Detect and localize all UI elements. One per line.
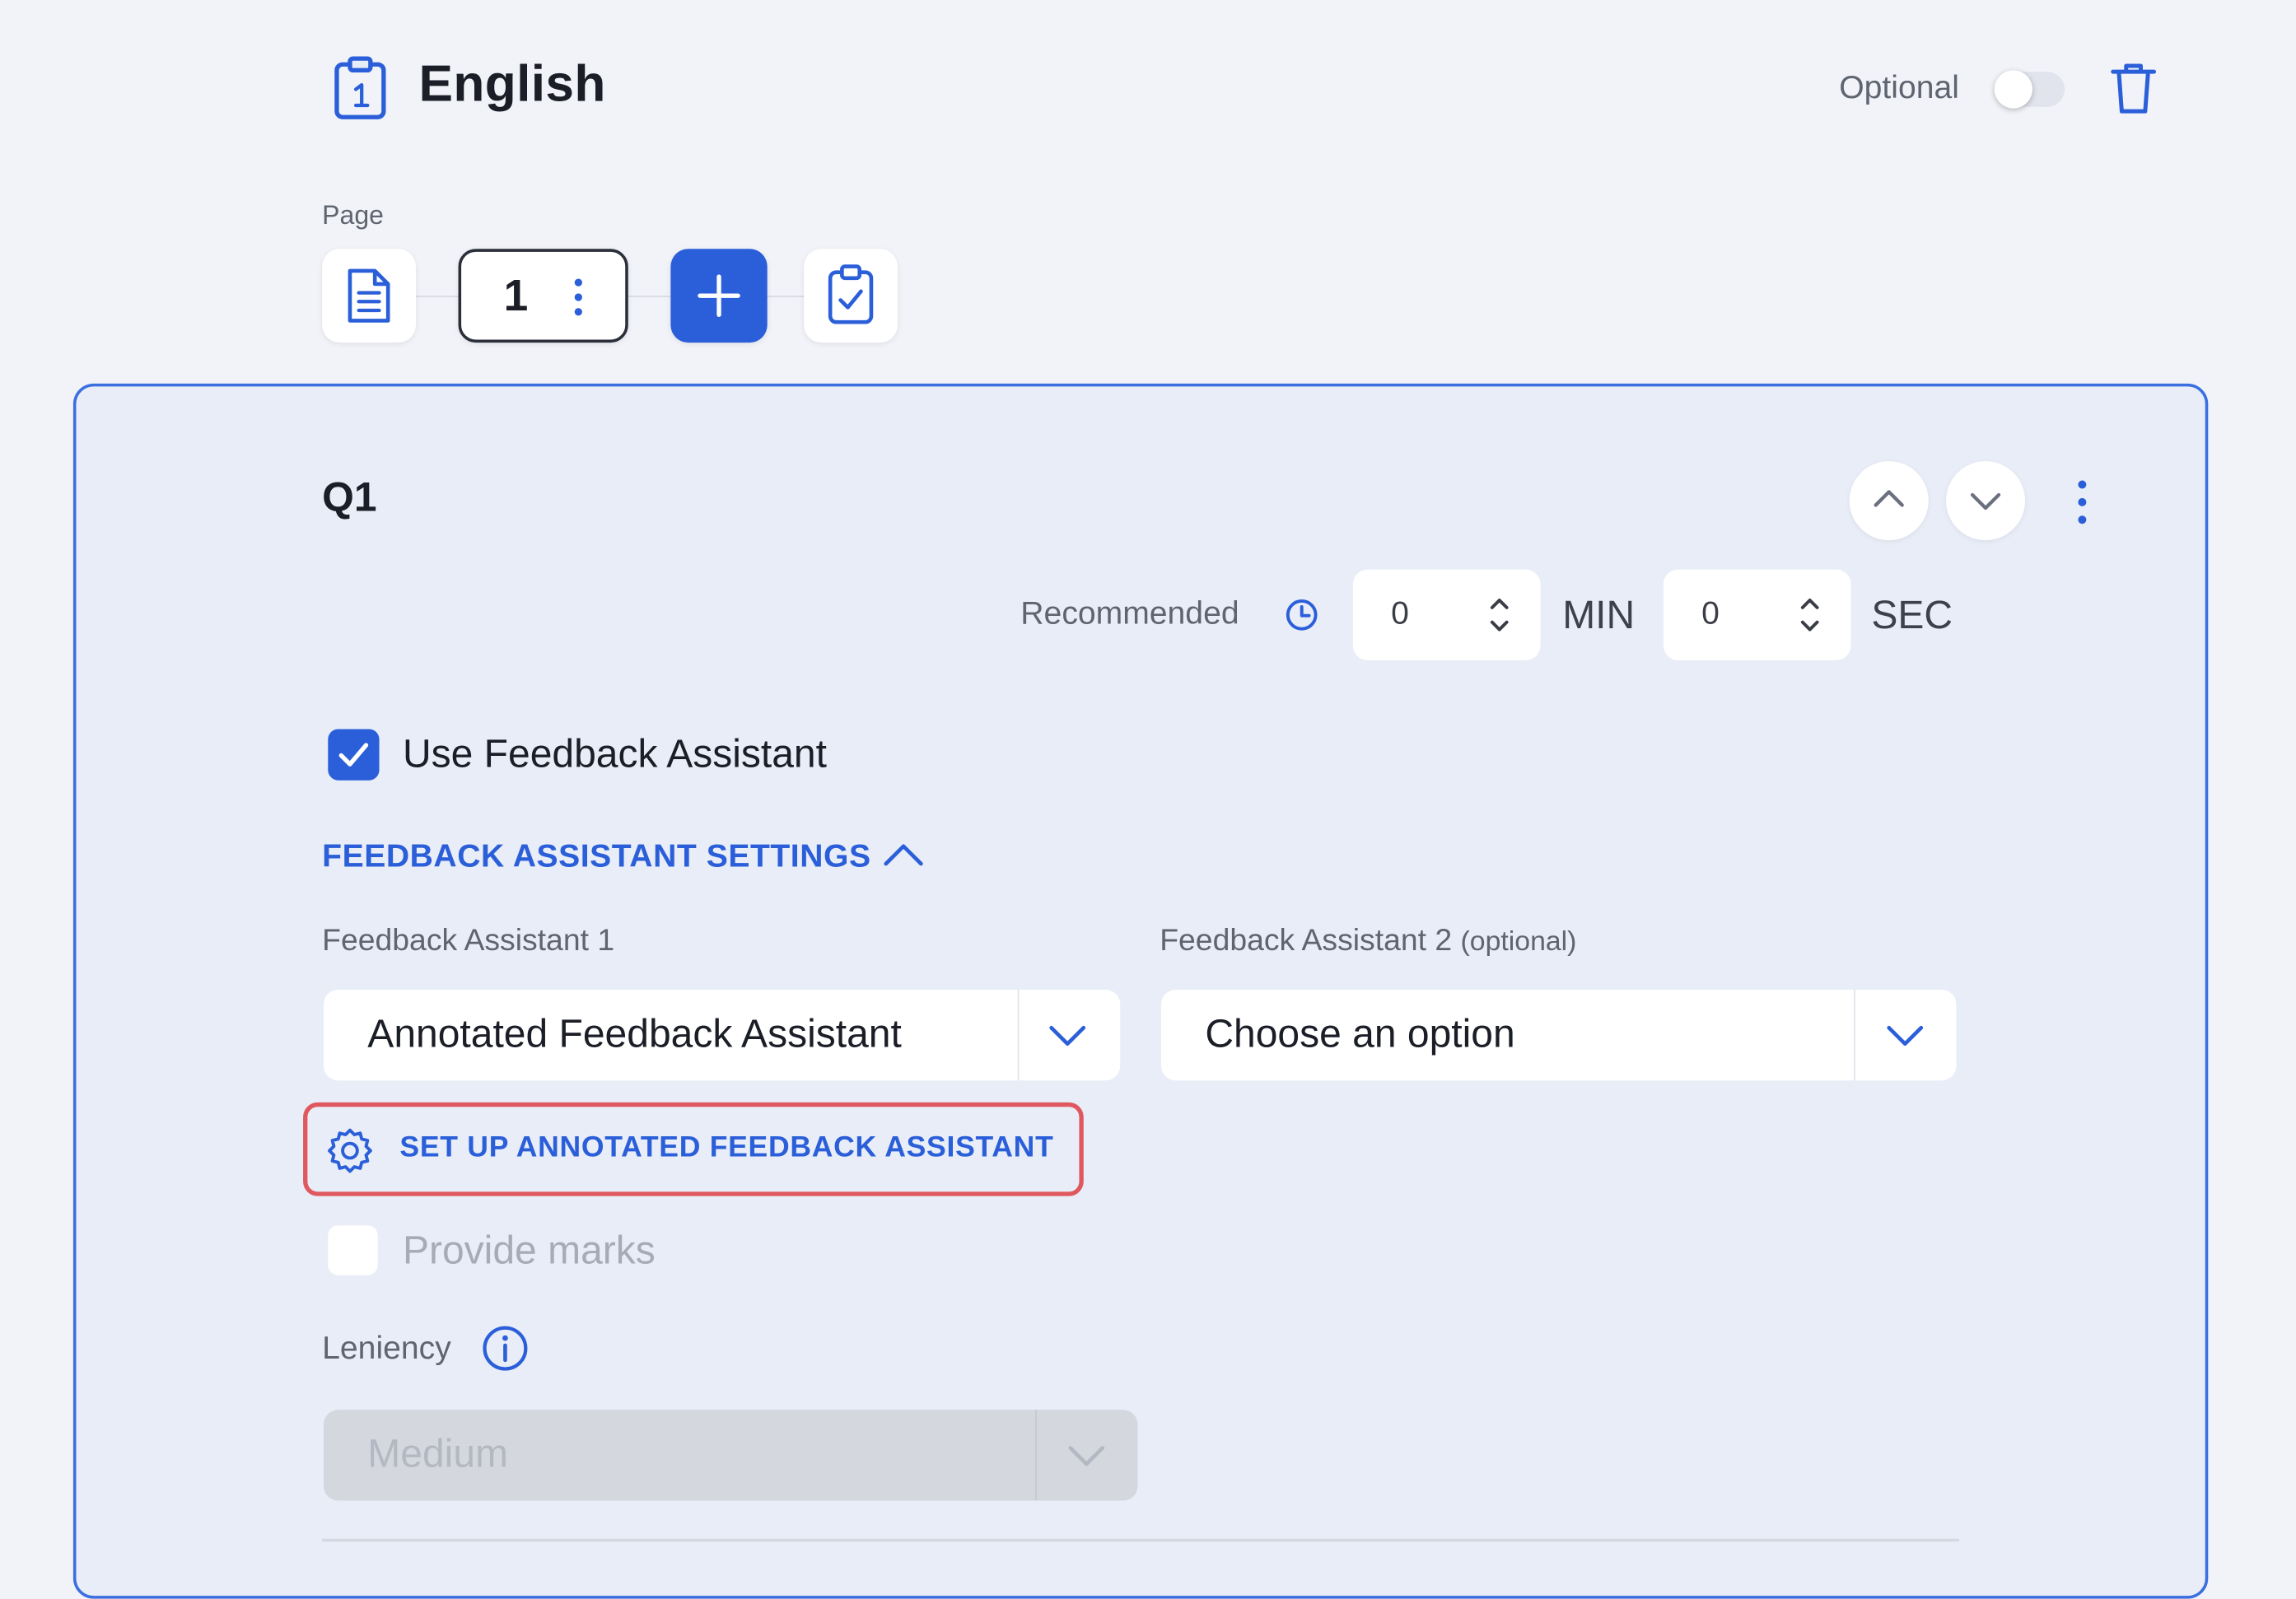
minutes-input[interactable]: 0 xyxy=(1352,569,1541,660)
page-title: English xyxy=(418,55,606,113)
chevron-up-icon[interactable] xyxy=(880,837,927,873)
gear-icon[interactable] xyxy=(325,1126,375,1175)
page-number: 1 xyxy=(503,272,529,321)
plus-icon xyxy=(698,274,740,317)
select-divider xyxy=(1035,1410,1037,1501)
move-up-button[interactable] xyxy=(1849,461,1929,541)
select-divider xyxy=(1017,989,1020,1081)
stepper-icon[interactable] xyxy=(1798,593,1821,636)
chevron-down-icon xyxy=(1068,1446,1105,1466)
section-divider xyxy=(322,1538,1960,1542)
move-down-button[interactable] xyxy=(1946,461,2026,541)
select-divider xyxy=(1854,989,1855,1081)
toggle-knob[interactable] xyxy=(1994,70,2032,109)
trash-icon[interactable] xyxy=(2106,58,2162,117)
minutes-unit: MIN xyxy=(1562,593,1636,637)
select-value: Medium xyxy=(367,1431,509,1476)
minutes-value: 0 xyxy=(1391,594,1409,632)
page-1-tab[interactable]: 1 xyxy=(458,249,628,343)
feedback-assistant-1-label: Feedback Assistant 1 xyxy=(322,923,615,958)
seconds-input[interactable]: 0 xyxy=(1663,569,1851,660)
seconds-unit: SEC xyxy=(1871,593,1953,637)
chevron-down-icon[interactable] xyxy=(1883,1016,1927,1054)
question-label: Q1 xyxy=(322,474,377,520)
clock-icon xyxy=(1286,599,1318,631)
select-value: Annotated Feedback Assistant xyxy=(367,1011,902,1056)
leniency-label: Leniency xyxy=(322,1329,451,1366)
checkmark-icon xyxy=(338,743,369,767)
feedback-assistant-settings-toggle[interactable]: FEEDBACK ASSISTANT SETTINGS xyxy=(322,837,870,875)
seconds-value: 0 xyxy=(1701,594,1720,632)
info-icon[interactable] xyxy=(480,1323,530,1373)
clipboard-check-icon xyxy=(828,264,874,324)
add-page-button[interactable] xyxy=(670,249,768,343)
page-review-button[interactable] xyxy=(804,249,898,343)
provide-marks-checkbox[interactable] xyxy=(328,1225,378,1275)
leniency-select: Medium xyxy=(323,1410,1138,1501)
clipboard-1-icon xyxy=(334,56,386,119)
kebab-icon[interactable] xyxy=(572,278,584,316)
feedback-assistant-2-select[interactable]: Choose an option xyxy=(1161,989,1957,1081)
page-label: Page xyxy=(322,200,384,231)
feedback-assistant-2-label: Feedback Assistant 2 (optional) xyxy=(1160,924,1576,959)
chevron-up-icon xyxy=(1874,490,1904,507)
use-feedback-assistant-checkbox[interactable] xyxy=(328,729,380,781)
page-doc-button[interactable] xyxy=(322,249,416,343)
optional-label: Optional xyxy=(1839,68,1959,106)
optional-note: (optional) xyxy=(1460,926,1577,958)
chevron-down-icon[interactable] xyxy=(1046,1016,1090,1054)
select-placeholder: Choose an option xyxy=(1205,1011,1515,1056)
document-icon xyxy=(348,268,390,323)
feedback-assistant-1-select[interactable]: Annotated Feedback Assistant xyxy=(323,989,1121,1081)
setup-annotated-feedback-assistant-link[interactable]: SET UP ANNOTATED FEEDBACK ASSISTANT xyxy=(399,1131,1053,1165)
recommended-label: Recommended xyxy=(1020,594,1239,632)
use-feedback-assistant-label[interactable]: Use Feedback Assistant xyxy=(403,732,827,777)
chevron-down-icon xyxy=(1970,492,2001,510)
provide-marks-label[interactable]: Provide marks xyxy=(403,1228,656,1274)
question-menu-icon[interactable] xyxy=(2068,478,2098,527)
stepper-icon[interactable] xyxy=(1488,593,1511,636)
optional-toggle[interactable] xyxy=(1994,70,2065,109)
fa2-label-text: Feedback Assistant 2 xyxy=(1160,923,1453,958)
